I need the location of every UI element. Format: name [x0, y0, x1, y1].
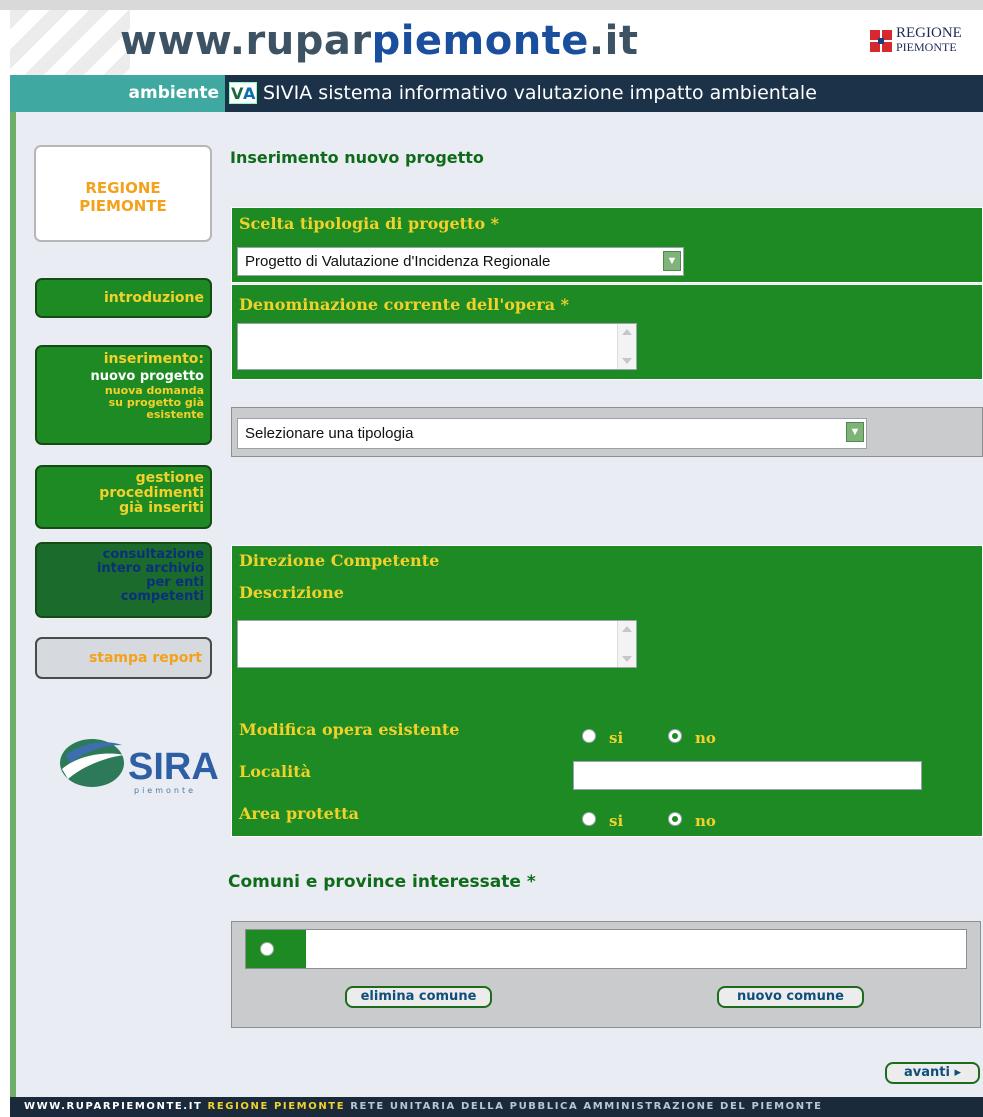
comuni-section-title: Comuni e province interessate *	[228, 872, 536, 892]
sira-logo-sub: piemonte	[134, 786, 196, 795]
sidebar-gestione-line2: procedimenti	[99, 485, 204, 501]
sivia-logo-icon: VA	[229, 82, 257, 104]
area-radio-si[interactable]	[582, 812, 596, 826]
tipologia-label: Scelta tipologia di progetto *	[239, 214, 500, 233]
textarea-scrollbar[interactable]	[617, 621, 636, 667]
sivia-logo-a: A	[243, 84, 256, 103]
header-stripes	[10, 10, 130, 75]
comune-row-selector	[246, 930, 306, 968]
regione-logo-line1: REGIONE	[896, 25, 962, 41]
modifica-no-label: no	[695, 729, 716, 747]
sidebar-item-gestione[interactable]: gestione procedimenti già inseriti	[35, 465, 212, 529]
sidebar-nuova-domanda-line3: esistente	[146, 408, 204, 421]
sidebar-item-introduzione[interactable]: introduzione	[35, 278, 212, 318]
regione-piemonte-logo[interactable]: REGIONE PIEMONTE	[870, 24, 980, 64]
scroll-down-icon[interactable]	[622, 358, 632, 364]
localita-label: Località	[239, 762, 311, 781]
regione-logo-text: REGIONE PIEMONTE	[896, 25, 962, 55]
regione-flag-icon	[870, 30, 892, 52]
nuovo-comune-button[interactable]: nuovo comune	[717, 986, 864, 1008]
scroll-down-icon[interactable]	[622, 656, 632, 662]
sidebar-link-nuovo-progetto[interactable]: nuovo progetto	[37, 368, 204, 385]
area-si-label: si	[609, 812, 624, 830]
chevron-down-icon[interactable]: ▼	[846, 422, 864, 442]
denominazione-label: Denominazione corrente dell'opera *	[239, 295, 570, 314]
descrizione-textarea[interactable]	[237, 620, 637, 668]
sidebar-consultazione-line2: intero archivio	[96, 561, 204, 576]
sidebar-inserimento-heading: inserimento:	[103, 351, 204, 367]
page-title: Inserimento nuovo progetto	[230, 148, 484, 167]
comune-row	[245, 929, 967, 969]
chevron-down-icon[interactable]: ▼	[663, 251, 681, 271]
sidebar-regione-line1: REGIONE	[85, 179, 161, 197]
avanti-button[interactable]: avanti ▸	[885, 1062, 980, 1084]
site-title-part2: piemonte	[371, 18, 589, 64]
localita-input[interactable]	[573, 761, 922, 790]
selezionare-select-value: Selezionare una tipologia	[245, 425, 414, 442]
selezionare-tipologia-select[interactable]: Selezionare una tipologia ▼	[237, 418, 867, 449]
tipologia-select[interactable]: Progetto di Valutazione d'Incidenza Regi…	[237, 247, 684, 276]
tipologia-select-value: Progetto di Valutazione d'Incidenza Regi…	[245, 253, 551, 270]
regione-logo-line2: PIEMONTE	[896, 40, 957, 54]
modifica-label: Modifica opera esistente	[239, 720, 460, 739]
modifica-si-label: si	[609, 729, 624, 747]
sidebar-consultazione-line3: per enti	[146, 575, 204, 590]
sidebar-link-nuova-domanda[interactable]: nuova domanda su progetto già esistente	[37, 385, 204, 421]
modifica-radio-no[interactable]	[668, 729, 682, 743]
site-header: www.ruparpiemonte.it REGIONE PIEMONTE	[10, 10, 983, 75]
sidebar-item-stampa-report[interactable]: stampa report	[35, 637, 212, 679]
footer-rete: RETE UNITARIA DELLA PUBBLICA AMMINISTRAZ…	[350, 1101, 823, 1112]
sira-swoosh-icon: SIRA piemonte	[60, 739, 219, 795]
footer-regione: REGIONE PIEMONTE	[207, 1101, 346, 1112]
comune-radio[interactable]	[260, 942, 274, 956]
sidebar-consultazione-line4: competenti	[120, 589, 204, 604]
site-title[interactable]: www.ruparpiemonte.it	[120, 16, 638, 66]
scroll-up-icon[interactable]	[622, 329, 632, 335]
area-protetta-label: Area protetta	[239, 804, 359, 823]
sidebar-regione-line2: PIEMONTE	[79, 197, 167, 215]
sidebar-item-consultazione[interactable]: consultazione intero archivio per enti c…	[35, 542, 212, 618]
sidebar-gestione-line1: gestione	[135, 470, 204, 486]
sidebar-gestione-line3: già inseriti	[119, 500, 204, 516]
denominazione-textarea[interactable]	[237, 323, 637, 370]
elimina-comune-button[interactable]: elimina comune	[345, 986, 492, 1008]
sidebar-consultazione-line1: consultazione	[102, 547, 204, 562]
sira-logo-text: SIRA	[128, 746, 219, 788]
textarea-scrollbar[interactable]	[617, 324, 636, 369]
section-ambiente[interactable]: ambiente	[10, 75, 225, 112]
site-footer: WWW.RUPARPIEMONTE.IT REGIONE PIEMONTE RE…	[10, 1097, 983, 1117]
descrizione-label: Descrizione	[239, 583, 344, 602]
footer-url[interactable]: WWW.RUPARPIEMONTE.IT	[24, 1101, 202, 1112]
direzione-label: Direzione Competente	[239, 551, 440, 570]
area-no-label: no	[695, 812, 716, 830]
sivia-logo-v: V	[231, 84, 244, 103]
sivia-title: SIVIA sistema informativo valutazione im…	[263, 82, 817, 104]
sidebar-regione-box: REGIONE PIEMONTE	[34, 145, 212, 242]
site-title-part3: .it	[588, 18, 639, 64]
top-border	[0, 0, 983, 10]
scroll-up-icon[interactable]	[622, 626, 632, 632]
area-radio-no[interactable]	[668, 812, 682, 826]
site-title-part1: www.rupar	[120, 18, 372, 64]
sidebar-item-inserimento: inserimento: nuovo progetto nuova domand…	[35, 345, 212, 445]
sira-logo[interactable]: SIRA piemonte	[58, 725, 223, 800]
modifica-radio-si[interactable]	[582, 729, 596, 743]
top-navbar: ambiente VA SIVIA sistema informativo va…	[10, 75, 983, 112]
